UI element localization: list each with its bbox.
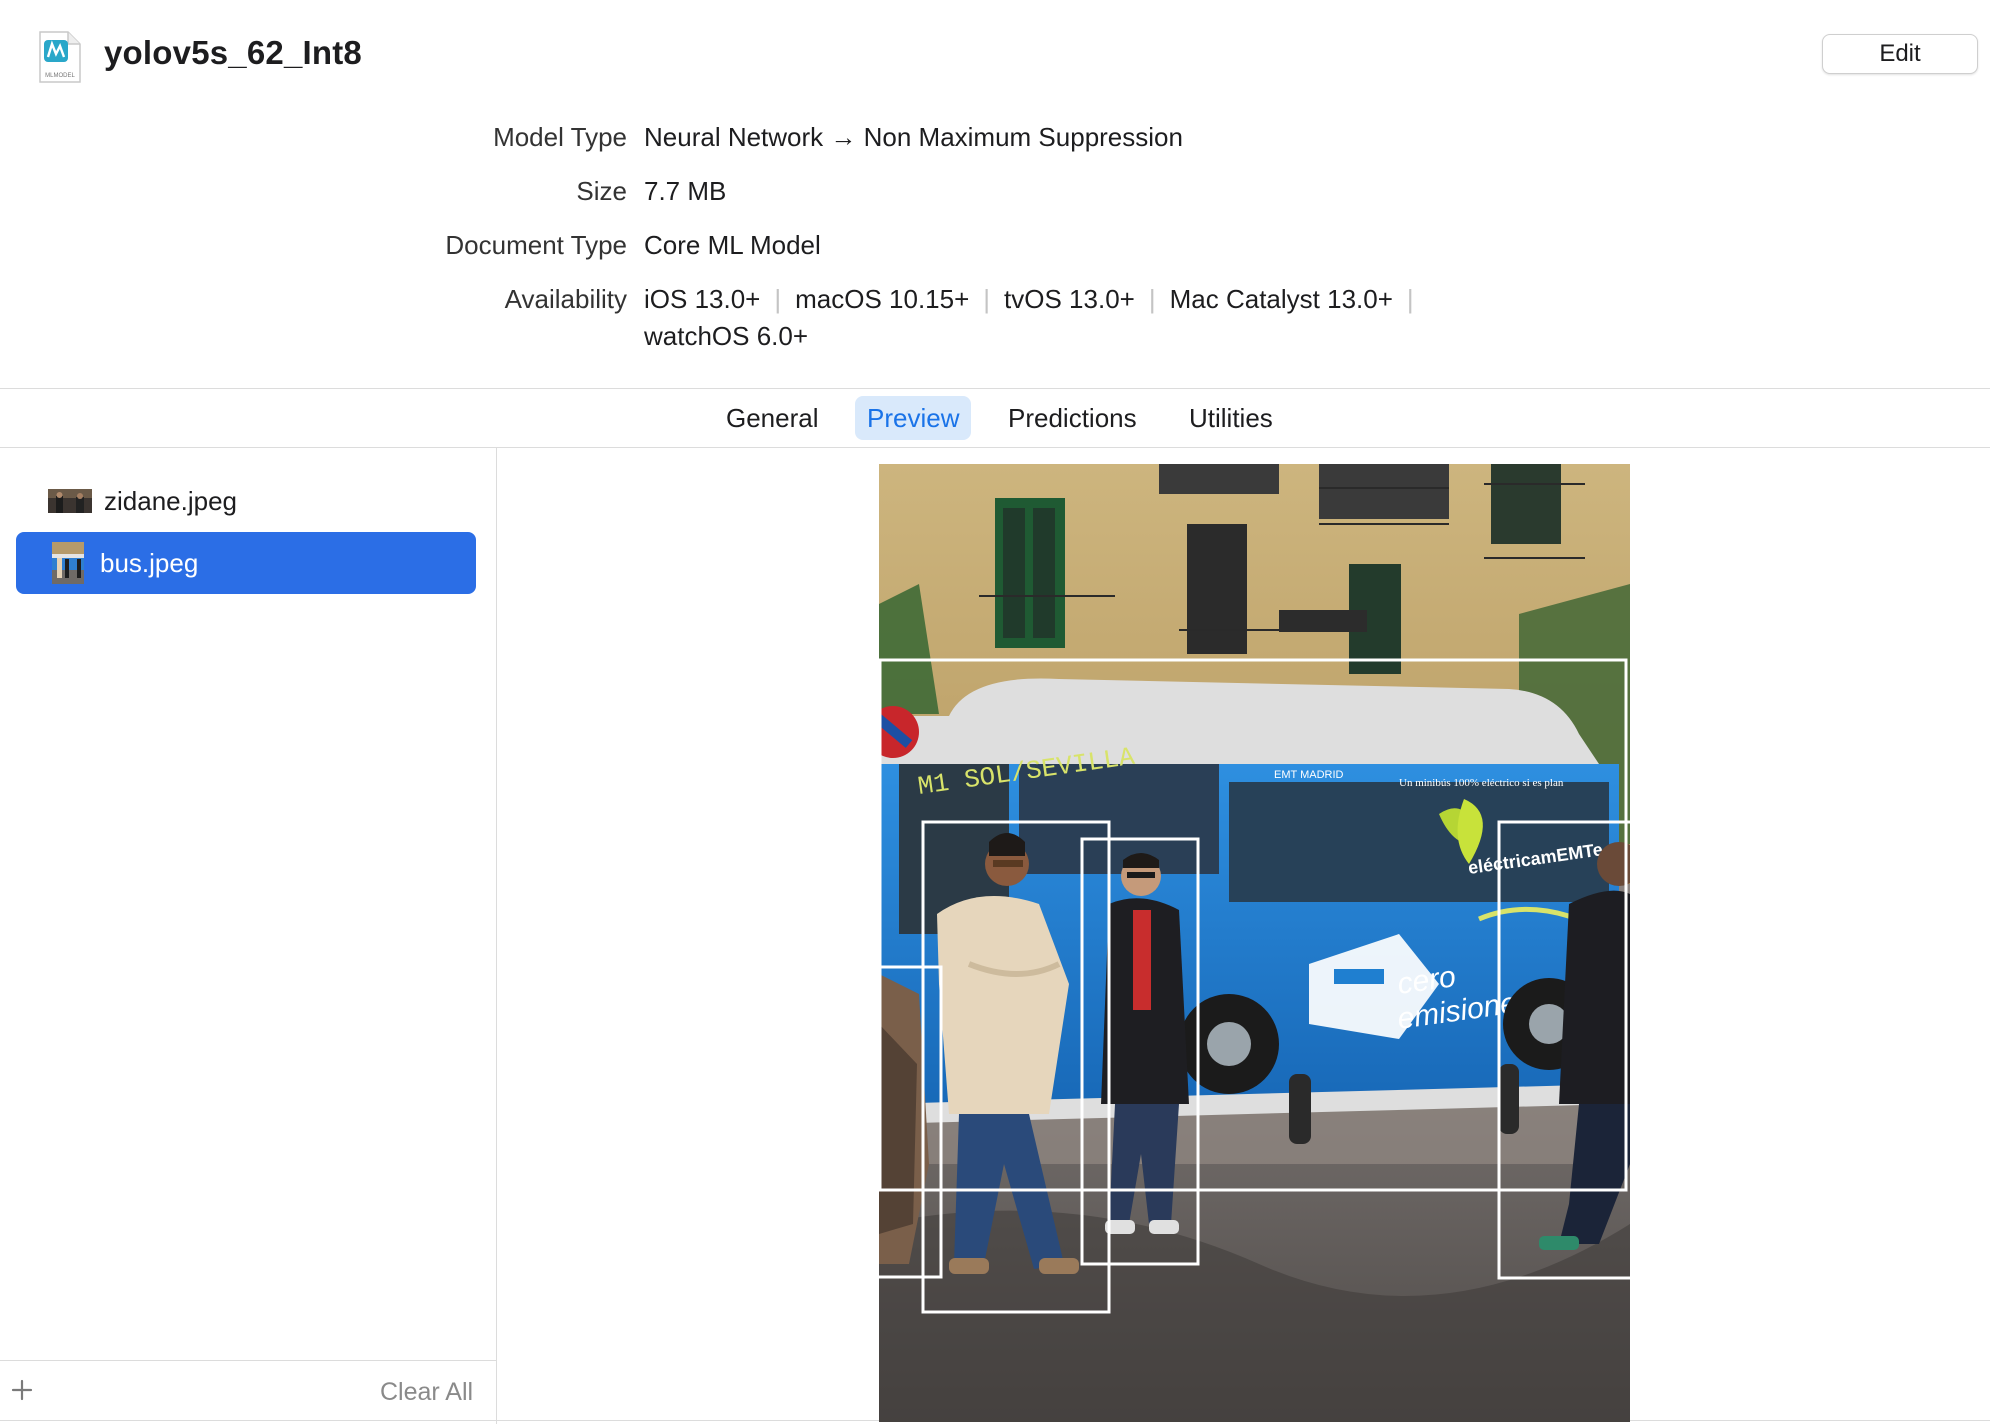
availability-label: Availability — [504, 284, 627, 314]
tab-predictions[interactable]: Predictions — [996, 396, 1149, 440]
tab-preview[interactable]: Preview — [855, 396, 972, 440]
tab-utilities[interactable]: Utilities — [1177, 396, 1285, 440]
preview-image: M1 SOL/SEVILLA Un minibús 100% eléctrico… — [879, 464, 1630, 1422]
model-type-value: Neural Network → Non Maximum Suppression — [644, 122, 1183, 152]
availability-mac-catalyst: Mac Catalyst 13.0+ — [1169, 284, 1393, 314]
availability-line-2: watchOS 6.0+ — [644, 321, 1428, 352]
separator: | — [1148, 284, 1156, 314]
file-name: bus.jpeg — [100, 547, 199, 578]
tabs-divider — [0, 447, 1990, 448]
availability-ios: iOS 13.0+ — [644, 284, 761, 314]
document-type-label: Document Type — [445, 230, 627, 260]
plus-icon[interactable] — [8, 1376, 36, 1404]
header-divider — [0, 388, 1990, 389]
mlmodel-file-icon: MLMODEL — [39, 31, 81, 83]
clear-all-button[interactable]: Clear All — [380, 1378, 473, 1407]
availability-tvos: tvOS 13.0+ — [1004, 284, 1135, 314]
bus-top-banner: Un minibús 100% eléctrico si es plan — [1399, 777, 1564, 789]
separator: | — [983, 284, 991, 314]
size-label: Size — [576, 176, 627, 206]
model-type-label: Model Type — [493, 122, 627, 152]
sidebar-item-zidane[interactable]: zidane.jpeg — [16, 470, 476, 532]
availability-value: iOS 13.0+ | macOS 10.15+ | tvOS 13.0+ | … — [644, 284, 1428, 352]
edit-button[interactable]: Edit — [1822, 34, 1978, 74]
image-thumbnail-icon — [52, 542, 84, 584]
sidebar-item-bus[interactable]: bus.jpeg — [16, 532, 476, 594]
model-title: yolov5s_62_Int8 — [104, 34, 362, 71]
image-thumbnail-icon — [48, 489, 92, 513]
sidebar-divider — [496, 448, 497, 1424]
availability-watchos: watchOS 6.0+ — [644, 321, 809, 351]
availability-line-1: iOS 13.0+ | macOS 10.15+ | tvOS 13.0+ | … — [644, 284, 1428, 315]
bus-scene: M1 SOL/SEVILLA Un minibús 100% eléctrico… — [879, 464, 1630, 1422]
size-value: 7.7 MB — [644, 176, 727, 206]
document-type-value: Core ML Model — [644, 230, 821, 260]
availability-macos: macOS 10.15+ — [795, 284, 970, 314]
tab-general[interactable]: General — [714, 396, 831, 440]
separator: | — [1406, 284, 1414, 314]
file-name: zidane.jpeg — [104, 485, 237, 516]
sidebar-footer-divider — [0, 1360, 496, 1361]
file-icon-caption: MLMODEL — [45, 73, 75, 79]
separator: | — [774, 284, 782, 314]
emt-logo: EMT MADRID — [1274, 769, 1344, 781]
